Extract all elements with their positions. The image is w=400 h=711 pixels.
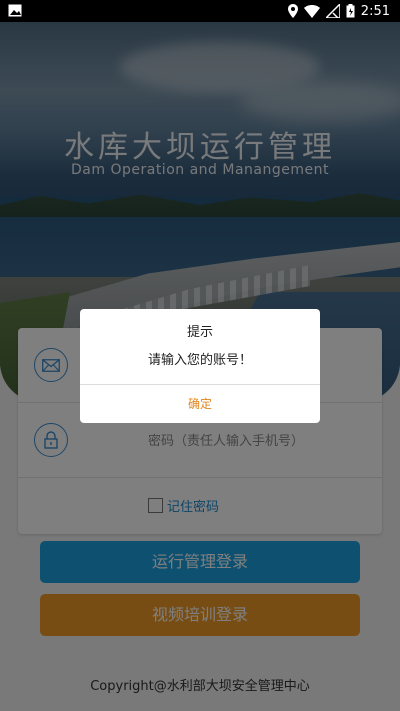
battery-icon	[346, 4, 355, 18]
signal-off-icon	[325, 4, 340, 18]
dialog-confirm-button[interactable]: 确定	[80, 385, 320, 423]
wifi-icon	[303, 4, 320, 18]
status-time: 2:51	[360, 3, 390, 19]
location-icon	[287, 4, 298, 18]
status-bar: 2:51	[0, 0, 400, 22]
dialog-message: 请输入您的账号！	[147, 353, 252, 368]
gallery-icon	[8, 4, 22, 17]
dialog-title: 提示	[186, 325, 213, 340]
alert-dialog: 提示 请输入您的账号！ 确定	[80, 309, 320, 423]
